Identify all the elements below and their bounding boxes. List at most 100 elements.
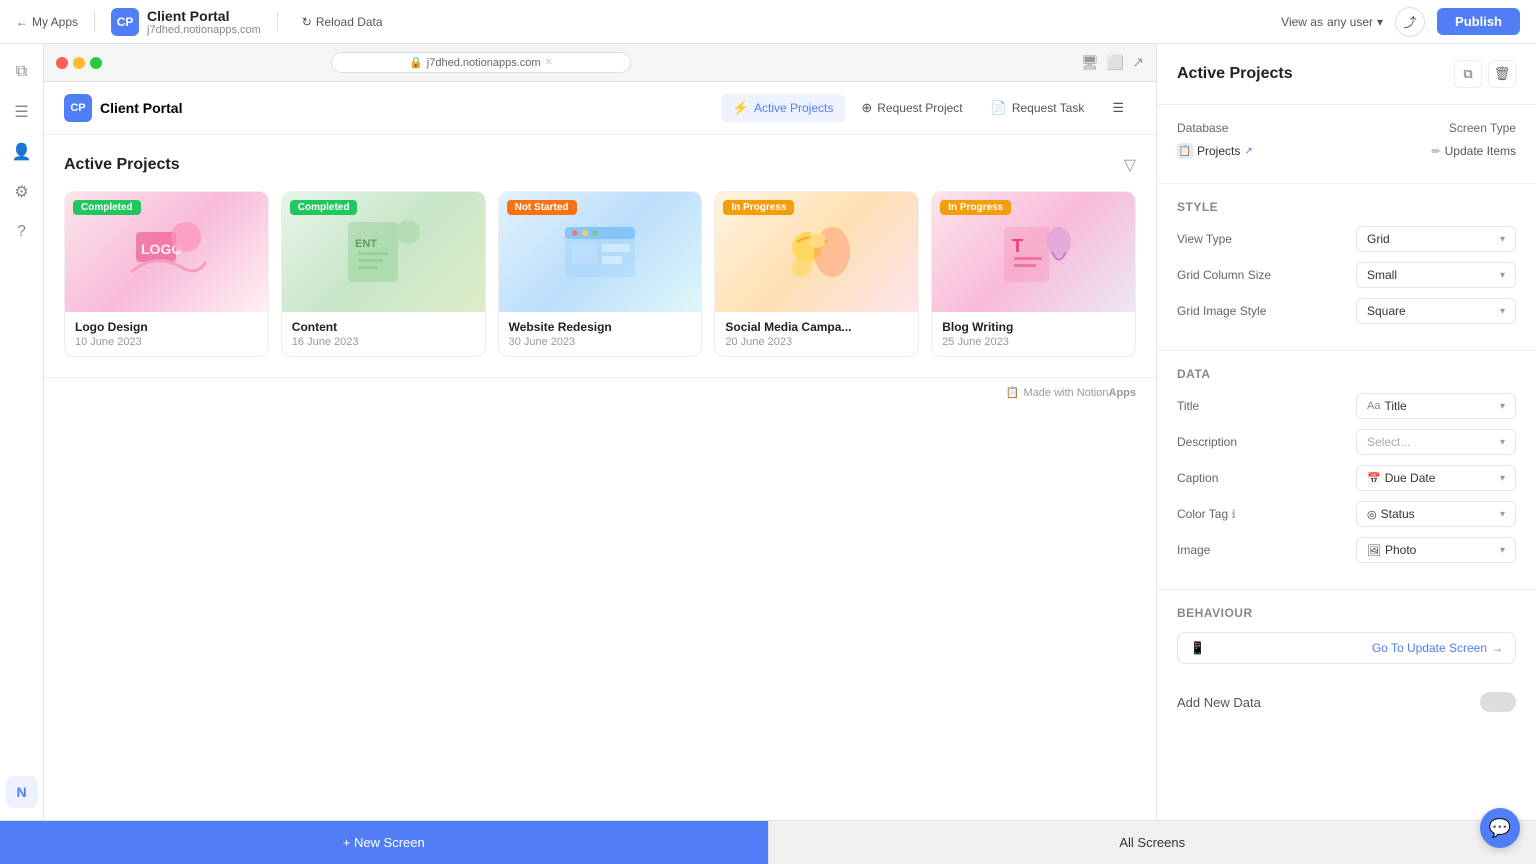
active-projects-icon: ⚡ <box>733 100 749 116</box>
app-header: CP Client Portal ⚡ Active Projects ⊕ Req… <box>44 82 1156 135</box>
info-icon[interactable]: ℹ <box>1231 509 1235 521</box>
card-content[interactable]: ENT Completed Content 16 <box>281 191 486 357</box>
app-name: Client Portal <box>147 8 261 24</box>
dot-green[interactable] <box>90 57 102 69</box>
rs-description-select[interactable]: Select... ▾ <box>1356 429 1516 455</box>
sidebar-icon-menu[interactable]: ☰ <box>6 96 38 128</box>
close-icon: ✕ <box>545 57 553 68</box>
rs-image-select[interactable]: 🖼 Photo ▾ <box>1356 537 1516 563</box>
rs-color-tag-row: Color Tag ℹ ◎ Status ▾ <box>1177 501 1516 527</box>
card-body-5: Blog Writing 25 June 2023 <box>932 312 1135 356</box>
card-badge-2: Completed <box>290 200 358 215</box>
sidebar-icon-layers[interactable]: ⧉ <box>6 56 38 88</box>
filter-icon[interactable]: ▽ <box>1124 155 1136 175</box>
rs-copy-button[interactable]: ⧉ <box>1454 60 1482 88</box>
share-button[interactable]: ⤴ <box>1395 7 1425 37</box>
tablet-icon[interactable]: ⬜ <box>1107 54 1124 71</box>
external-link-icon[interactable]: ↗ <box>1132 54 1144 71</box>
app-header-name: Client Portal <box>100 100 182 116</box>
publish-button[interactable]: Publish <box>1437 8 1520 35</box>
behaviour-left: 📱 <box>1190 641 1205 655</box>
behaviour-right[interactable]: Go To Update Screen → <box>1372 641 1503 655</box>
chevron-down-icon: ▾ <box>1377 15 1383 29</box>
add-new-data-label: Add New Data <box>1177 695 1261 710</box>
rs-caption-label: Caption <box>1177 471 1218 485</box>
lock-icon: 🔒 <box>409 56 423 69</box>
card-title-4: Social Media Campa... <box>725 320 908 334</box>
sidebar-icon-notion[interactable]: N <box>6 776 38 808</box>
nav-request-task[interactable]: 📄 Request Task <box>979 94 1097 122</box>
chevron-down-icon6: ▾ <box>1500 473 1505 484</box>
rs-database-section: Database Screen Type 📋 Projects ↗ ✏ Upda… <box>1157 105 1536 184</box>
rs-behaviour-section: Behaviour 📱 Go To Update Screen → <box>1157 590 1536 680</box>
share-icon: ⤴ <box>1404 12 1417 31</box>
chat-bubble[interactable]: 💬 <box>1480 808 1520 848</box>
reload-button[interactable]: ↻ Reload Data <box>294 11 391 33</box>
nav-active-projects-label: Active Projects <box>754 101 833 115</box>
sidebar-icon-help[interactable]: ? <box>6 216 38 248</box>
rs-grid-image-row: Grid Image Style Square ▾ <box>1177 298 1516 324</box>
nav-active-projects[interactable]: ⚡ Active Projects <box>721 94 846 122</box>
rs-grid-column-row: Grid Column Size Small ▾ <box>1177 262 1516 288</box>
card-title-5: Blog Writing <box>942 320 1125 334</box>
all-screens-button[interactable]: All Screens <box>768 821 1536 864</box>
chevron-down-icon2: ▾ <box>1500 270 1505 281</box>
desktop-icon[interactable]: 🖥 <box>1081 54 1099 71</box>
dot-yellow[interactable] <box>73 57 85 69</box>
card-blog-writing[interactable]: T In Progress Blog Writing <box>931 191 1136 357</box>
view-as-selector[interactable]: View as any user ▾ <box>1281 15 1383 29</box>
card-badge-3: Not Started <box>507 200 577 215</box>
reload-label: Reload Data <box>316 15 383 29</box>
app-url: j7dhed.notionapps.com <box>147 24 261 36</box>
card-website-redesign[interactable]: Not Started Website Redesign 30 June 202… <box>498 191 703 357</box>
chevron-down-icon3: ▾ <box>1500 306 1505 317</box>
card-body-2: Content 16 June 2023 <box>282 312 485 356</box>
chevron-down-icon: ▾ <box>1500 234 1505 245</box>
nav-menu[interactable]: ☰ <box>1100 94 1136 122</box>
sidebar-icon-settings[interactable]: ⚙ <box>6 176 38 208</box>
browser-chrome: 🔒 j7dhed.notionapps.com ✕ 🖥 ⬜ ↗ <box>44 44 1156 82</box>
title-aa-icon: Aa <box>1367 400 1380 412</box>
chevron-down-icon4: ▾ <box>1500 401 1505 412</box>
rs-grid-image-value: Square <box>1367 304 1406 318</box>
my-apps-link[interactable]: ← My Apps <box>16 15 78 29</box>
card-date-5: 25 June 2023 <box>942 336 1125 348</box>
rs-caption-select[interactable]: 📅 Due Date ▾ <box>1356 465 1516 491</box>
update-items-link[interactable]: ✏ Update Items <box>1431 144 1516 158</box>
card-title-2: Content <box>292 320 475 334</box>
behaviour-arrow-icon: → <box>1491 641 1503 655</box>
dot-red[interactable] <box>56 57 68 69</box>
svg-text:ENT: ENT <box>355 238 377 250</box>
app-logo: CP <box>64 94 92 122</box>
rs-behaviour-title: Behaviour <box>1177 606 1516 620</box>
nav-request-project[interactable]: ⊕ Request Project <box>849 94 974 122</box>
external-link-icon[interactable]: ↗ <box>1244 146 1252 157</box>
top-bar-right: View as any user ▾ ⤴ Publish <box>1281 7 1520 37</box>
card-image-wrapper-1: LOGO Completed <box>65 192 268 312</box>
rs-style-title: Style <box>1177 200 1516 214</box>
behaviour-go-to-label: Go To Update Screen <box>1372 641 1487 655</box>
card-logo-design[interactable]: LOGO Completed Logo Design 10 June 2023 <box>64 191 269 357</box>
rs-grid-image-select[interactable]: Square ▾ <box>1356 298 1516 324</box>
top-bar-left: ← My Apps CP Client Portal j7dhed.notion… <box>16 8 391 36</box>
rs-title-select[interactable]: Aa Title ▾ <box>1356 393 1516 419</box>
rs-grid-column-select[interactable]: Small ▾ <box>1356 262 1516 288</box>
hamburger-icon: ☰ <box>1112 100 1124 116</box>
app-title-text: Client Portal j7dhed.notionapps.com <box>147 8 261 36</box>
rs-color-tag-select[interactable]: ◎ Status ▾ <box>1356 501 1516 527</box>
card-badge-5: In Progress <box>940 200 1011 215</box>
request-project-icon: ⊕ <box>861 100 872 116</box>
new-screen-button[interactable]: + New Screen <box>0 821 768 864</box>
rs-image-value: Photo <box>1385 543 1416 557</box>
browser-url-bar[interactable]: 🔒 j7dhed.notionapps.com ✕ <box>331 52 631 73</box>
rs-title-row: Title Aa Title ▾ <box>1177 393 1516 419</box>
main-layout: ⧉ ☰ 👤 ⚙ ? N 🔒 j7dhed.notionapps.com ✕ 🖥 … <box>0 44 1536 820</box>
sidebar-icon-users[interactable]: 👤 <box>6 136 38 168</box>
rs-behaviour-row[interactable]: 📱 Go To Update Screen → <box>1177 632 1516 664</box>
trash-icon: 🗑 <box>1494 66 1511 82</box>
card-social-media[interactable]: In Progress Social Media Campa... 20 Jun… <box>714 191 919 357</box>
add-new-data-toggle[interactable] <box>1480 692 1516 712</box>
rs-delete-button[interactable]: 🗑 <box>1488 60 1516 88</box>
rs-view-type-select[interactable]: Grid ▾ <box>1356 226 1516 252</box>
rs-database-value: 📋 Projects ↗ <box>1177 143 1253 159</box>
